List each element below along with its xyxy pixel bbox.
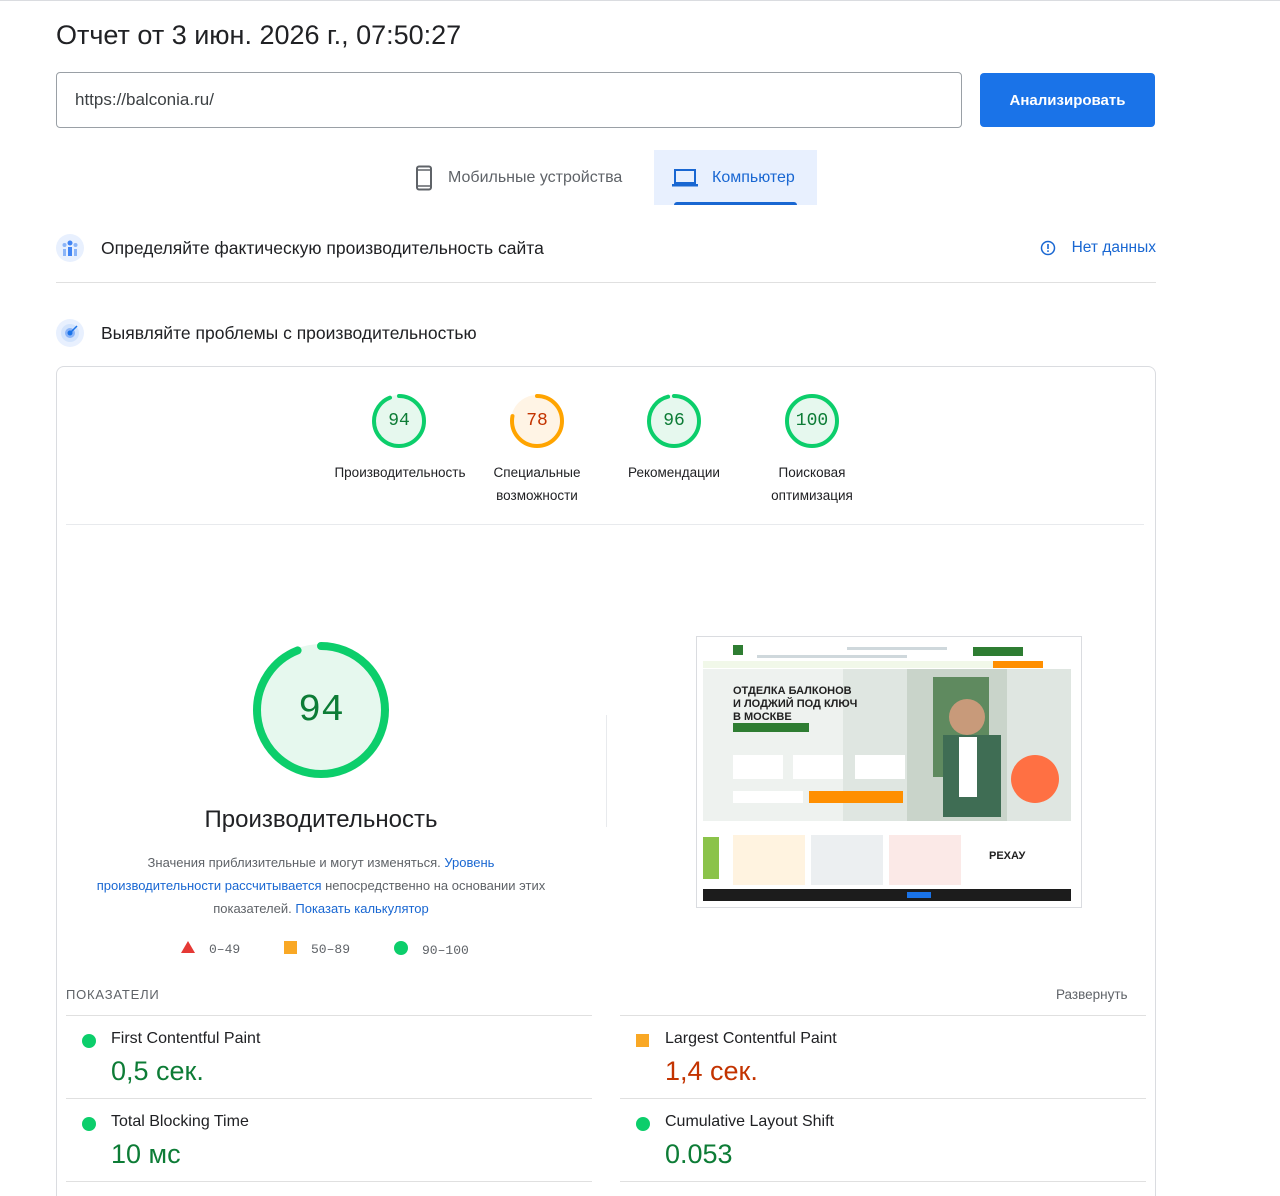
metric-lcp: Largest Contentful Paint 1,4 сек.	[620, 1015, 1146, 1100]
legend-average: 50–89	[284, 941, 350, 958]
site-screenshot[interactable]: ОТДЕЛКА БАЛКОНОВ И ЛОДЖИЙ ПОД КЛЮЧ В МОС…	[696, 636, 1082, 908]
gauge-seo-label: Поисковая оптимизация	[771, 465, 853, 503]
metric-tbt-value: 10 мс	[111, 1139, 181, 1169]
gauge-performance-score: 94	[388, 411, 410, 431]
preview-headline-2: И ЛОДЖИЙ ПОД КЛЮЧ	[733, 697, 857, 710]
gauge-accessibility-label: Специальные возможности	[493, 465, 581, 503]
gauge-best-practices[interactable]: 96	[646, 393, 702, 449]
field-data-row: Определяйте фактическую производительнос…	[56, 234, 1156, 262]
metric-fcp-value: 0,5 сек.	[111, 1056, 204, 1086]
square-icon	[284, 941, 297, 958]
no-data-link[interactable]: Нет данных	[1040, 239, 1156, 257]
expand-link[interactable]: Развернуть	[1056, 987, 1128, 1002]
performance-score: 94	[298, 688, 344, 732]
preview-partner: РЕХАУ	[989, 850, 1026, 862]
card-divider	[66, 524, 1144, 525]
gauge-performance-label: Производительность	[334, 465, 466, 480]
metric-cls: Cumulative Layout Shift 0.053	[620, 1098, 1146, 1183]
preview-headline-3: В МОСКВЕ	[733, 711, 792, 723]
tab-mobile[interactable]: Мобильные устройства	[400, 150, 650, 205]
desc-text-1: Значения приблизительные и могут изменят…	[147, 855, 441, 870]
people-chart-icon	[56, 234, 84, 262]
tab-desktop-label: Компьютер	[712, 168, 795, 186]
no-data-label: Нет данных	[1071, 239, 1156, 256]
vertical-separator	[606, 715, 607, 827]
target-icon	[56, 319, 84, 347]
show-calculator-link[interactable]: Показать калькулятор	[295, 901, 428, 916]
lab-data-title: Выявляйте проблемы с производительностью	[101, 322, 477, 343]
field-data-title: Определяйте фактическую производительнос…	[101, 237, 544, 258]
legend-pass-range: 90–100	[422, 942, 469, 958]
square-icon	[636, 1034, 649, 1052]
gauge-best-practices-score: 96	[663, 411, 685, 431]
triangle-icon	[181, 941, 195, 957]
metric-cls-label: Cumulative Layout Shift	[665, 1113, 834, 1130]
gauge-performance[interactable]: 94	[371, 393, 427, 449]
circle-icon	[394, 941, 408, 959]
lab-data-row: Выявляйте проблемы с производительностью	[56, 319, 1156, 347]
performance-title: Производительность	[204, 806, 438, 833]
gauge-seo[interactable]: 100	[784, 393, 840, 449]
circle-icon	[82, 1034, 96, 1053]
metric-tbt-label: Total Blocking Time	[111, 1113, 249, 1130]
tab-desktop[interactable]: Компьютер	[654, 150, 817, 205]
analyze-button[interactable]: Анализировать	[980, 73, 1155, 127]
metrics-heading: ПОКАЗАТЕЛИ	[66, 987, 160, 1002]
legend-fail: 0–49	[181, 941, 240, 957]
section-divider	[56, 282, 1156, 283]
gauge-seo-score: 100	[795, 411, 829, 431]
metric-fcp-label: First Contentful Paint	[111, 1030, 261, 1047]
performance-description: Значения приблизительные и могут изменят…	[96, 851, 546, 920]
report-title: Отчет от 3 июн. 2026 г., 07:50:27	[56, 20, 462, 50]
metric-fcp: First Contentful Paint 0,5 сек.	[66, 1015, 592, 1100]
top-border	[0, 0, 1280, 1]
metric-row-divider	[66, 1181, 592, 1183]
legend-pass: 90–100	[394, 941, 469, 959]
gauge-accessibility-score: 78	[526, 411, 548, 431]
metric-lcp-label: Largest Contentful Paint	[665, 1030, 837, 1047]
smartphone-icon	[414, 165, 434, 191]
preview-headline-1: ОТДЕЛКА БАЛКОНОВ	[733, 685, 852, 697]
circle-icon	[636, 1117, 650, 1136]
info-icon	[1040, 240, 1056, 256]
legend-average-range: 50–89	[311, 942, 351, 957]
laptop-icon	[672, 168, 698, 188]
metric-cls-value: 0.053	[665, 1139, 733, 1169]
metric-lcp-value: 1,4 сек.	[665, 1056, 758, 1086]
circle-icon	[82, 1117, 96, 1136]
gauge-accessibility[interactable]: 78	[509, 393, 565, 449]
url-input[interactable]	[56, 72, 962, 128]
metric-tbt: Total Blocking Time 10 мс	[66, 1098, 592, 1183]
metric-row-divider	[620, 1181, 1146, 1183]
gauge-best-practices-label: Рекомендации	[628, 465, 720, 480]
legend-fail-range: 0–49	[209, 941, 241, 957]
tab-mobile-label: Мобильные устройства	[448, 168, 623, 186]
